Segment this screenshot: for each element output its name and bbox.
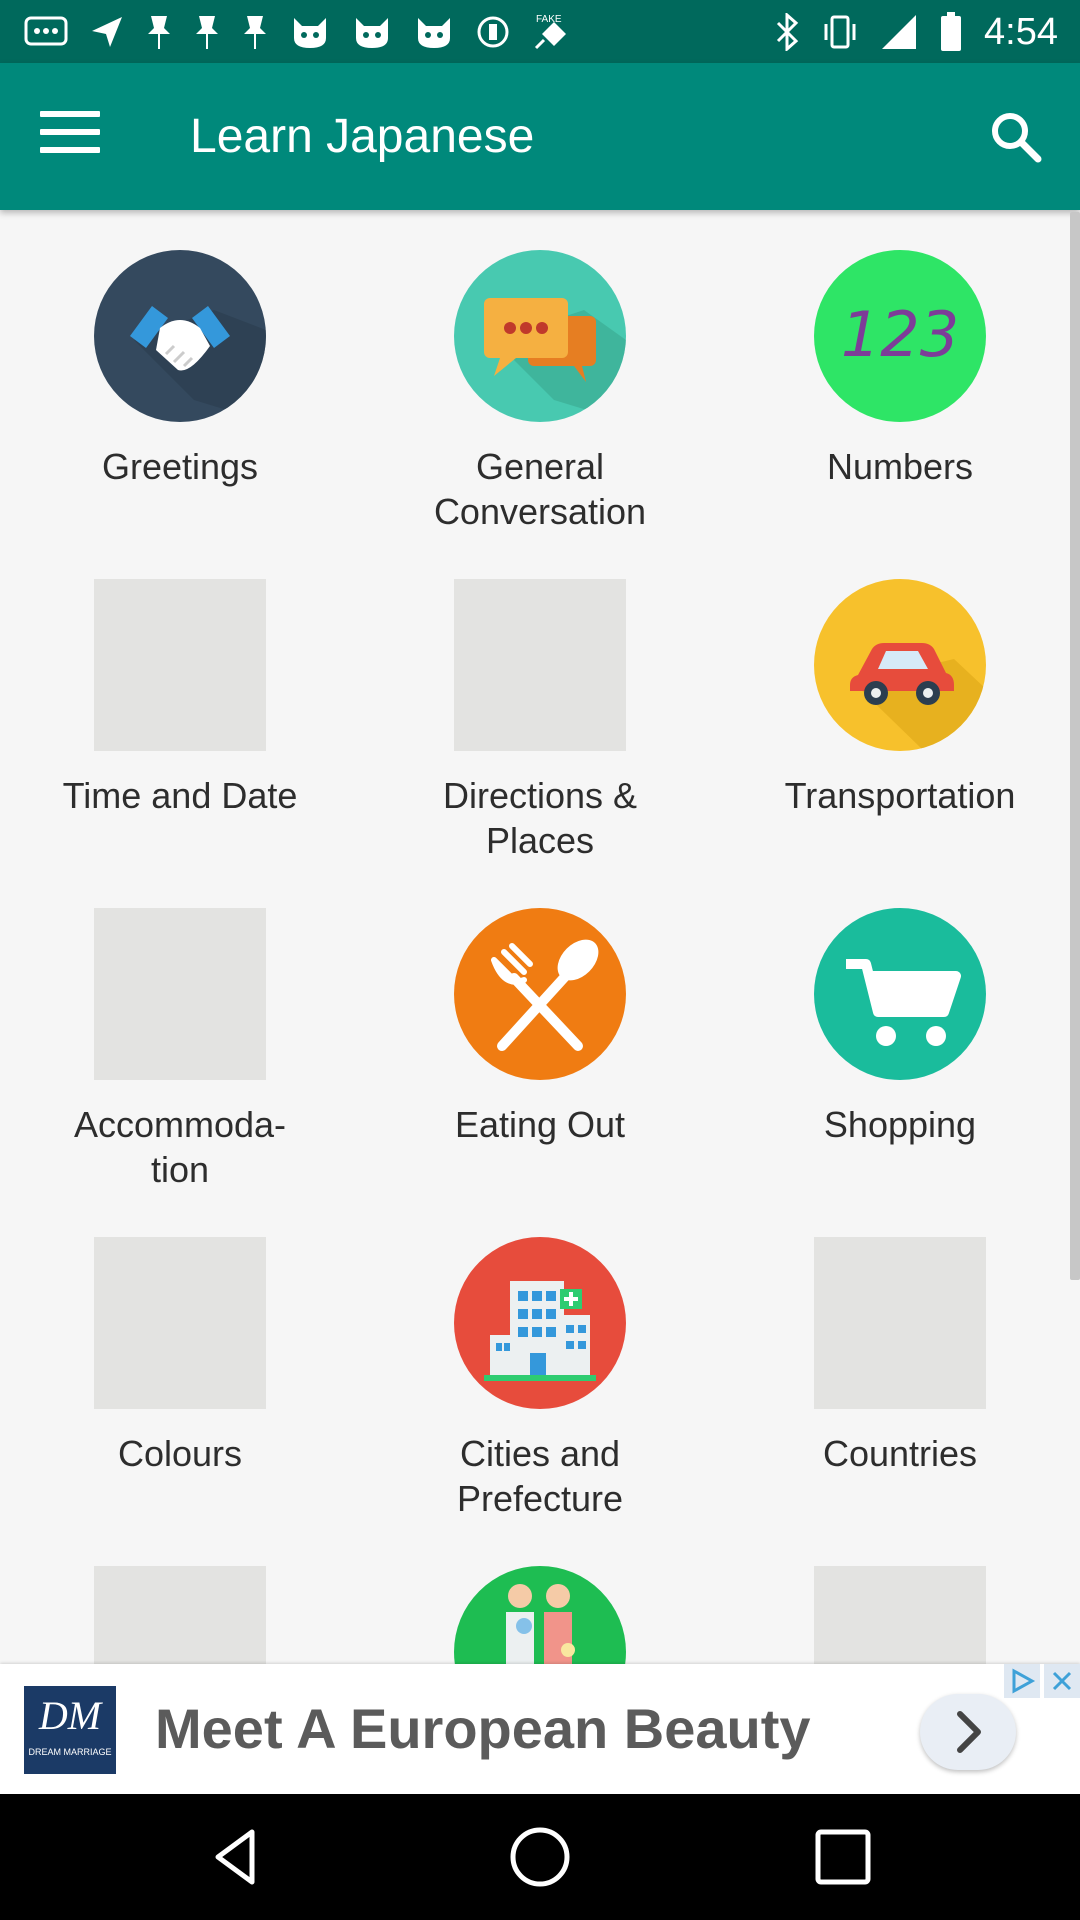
- fake-label: FAKE: [536, 14, 562, 25]
- category-label: Countries: [822, 1433, 978, 1474]
- image-placeholder: [814, 1237, 986, 1409]
- icon-box: 123: [814, 250, 986, 422]
- image-placeholder: [454, 579, 626, 751]
- icon-box: [94, 1237, 266, 1409]
- image-placeholder: [94, 908, 266, 1080]
- category-directions-and-places[interactable]: Directions & Places: [390, 579, 690, 863]
- close-icon[interactable]: [1044, 1664, 1080, 1698]
- category-eating-out[interactable]: Eating Out: [390, 908, 690, 1147]
- cat-icon: [418, 18, 450, 48]
- notification-icons: FAKE: [24, 10, 576, 54]
- category-time-and-date[interactable]: Time and Date: [30, 579, 330, 818]
- back-icon[interactable]: [204, 1824, 270, 1890]
- numbers-123-icon: 123: [814, 250, 986, 422]
- category-cities-and-prefecture[interactable]: Cities and Prefecture: [390, 1237, 690, 1521]
- image-placeholder: [814, 1566, 986, 1664]
- image-placeholder: [94, 579, 266, 751]
- icon-box: [94, 579, 266, 751]
- category-item[interactable]: [750, 1566, 1050, 1664]
- app-title: Learn Japanese: [190, 110, 535, 163]
- ad-banner[interactable]: DM DREAM MARRIAGE Meet A European Beauty: [0, 1664, 1080, 1794]
- icon-box: [814, 1566, 986, 1664]
- category-general-conversation[interactable]: General Conversation: [390, 250, 690, 534]
- image-placeholder: [94, 1237, 266, 1409]
- ad-logo-text: DREAM MARRIAGE: [28, 1747, 112, 1757]
- category-label: Time and Date: [62, 775, 298, 816]
- signal-icon: [882, 15, 917, 49]
- icon-box: [814, 1237, 986, 1409]
- category-transportation[interactable]: Transportation: [750, 579, 1050, 818]
- category-label: Transportation: [784, 775, 1016, 816]
- satellite-icon: FAKE: [534, 14, 566, 50]
- recents-icon[interactable]: [810, 1824, 876, 1890]
- search-icon[interactable]: [986, 107, 1046, 167]
- icon-box: [94, 250, 266, 422]
- category-label: Directions & Places: [442, 775, 638, 861]
- location-arrow-icon: [92, 17, 122, 47]
- scrollbar[interactable]: [1070, 212, 1080, 1280]
- category-grid: Greetings General Conversation 123 Numbe…: [0, 210, 1080, 1664]
- cat-icon: [294, 18, 326, 48]
- ad-headline[interactable]: Meet A European Beauty: [155, 1694, 811, 1764]
- category-shopping[interactable]: Shopping: [750, 908, 1050, 1147]
- hamburger-menu-icon[interactable]: [40, 111, 100, 161]
- ad-logo-mark: DM: [38, 1693, 102, 1738]
- icon-box: [454, 1566, 626, 1664]
- cart-icon: [814, 908, 986, 1080]
- clock: 4:54: [984, 10, 1058, 53]
- bluetooth-icon: [776, 13, 799, 51]
- chevron-right-icon[interactable]: [920, 1694, 1016, 1770]
- icon-box: [454, 1237, 626, 1409]
- category-label: General Conversation: [433, 446, 647, 532]
- navigation-bar: [0, 1794, 1080, 1920]
- category-label: Cities and Prefecture: [456, 1433, 624, 1519]
- category-label: Shopping: [823, 1104, 977, 1145]
- system-status: 4:54: [776, 10, 1058, 54]
- family-icon: [454, 1566, 626, 1664]
- handshake-icon: [94, 250, 266, 422]
- icon-box: [94, 1566, 266, 1664]
- icon-box: [454, 908, 626, 1080]
- category-label: Accommoda- tion: [73, 1104, 287, 1190]
- icon-box: [454, 250, 626, 422]
- status-bar: FAKE 4:54: [0, 0, 1080, 63]
- category-countries[interactable]: Countries: [750, 1237, 1050, 1476]
- category-greetings[interactable]: Greetings: [30, 250, 330, 489]
- city-building-icon: [454, 1237, 626, 1409]
- icon-box: [814, 908, 986, 1080]
- image-placeholder: [94, 1566, 266, 1664]
- car-icon: [814, 579, 986, 751]
- cat-icon: [356, 18, 388, 48]
- pin-icon: [244, 16, 266, 49]
- icon-box: [814, 579, 986, 751]
- vibrate-icon: [824, 15, 856, 49]
- ad-choices-icon[interactable]: [1004, 1664, 1040, 1698]
- ad-logo: DM DREAM MARRIAGE: [24, 1686, 116, 1774]
- category-label: Colours: [117, 1433, 243, 1474]
- category-accommodation[interactable]: Accommoda- tion: [30, 908, 330, 1192]
- icon-box: [454, 579, 626, 751]
- battery-icon: [941, 12, 962, 51]
- pin-icon: [148, 16, 170, 49]
- pin-icon: [196, 16, 218, 49]
- chat-bubbles-icon: [454, 250, 626, 422]
- icon-box: [94, 908, 266, 1080]
- fork-spoon-icon: [454, 908, 626, 1080]
- app-bar: Learn Japanese: [0, 63, 1080, 210]
- category-item[interactable]: [390, 1566, 690, 1664]
- circle-icon: [477, 16, 509, 48]
- category-label: Eating Out: [454, 1104, 626, 1145]
- category-label: Greetings: [101, 446, 259, 487]
- category-colours[interactable]: Colours: [30, 1237, 330, 1476]
- category-label: Numbers: [826, 446, 974, 487]
- category-item[interactable]: [30, 1566, 330, 1664]
- message-icon: [24, 16, 68, 46]
- category-numbers[interactable]: 123 Numbers: [750, 250, 1050, 489]
- home-icon[interactable]: [507, 1824, 573, 1890]
- numbers-glyph: 123: [841, 298, 959, 371]
